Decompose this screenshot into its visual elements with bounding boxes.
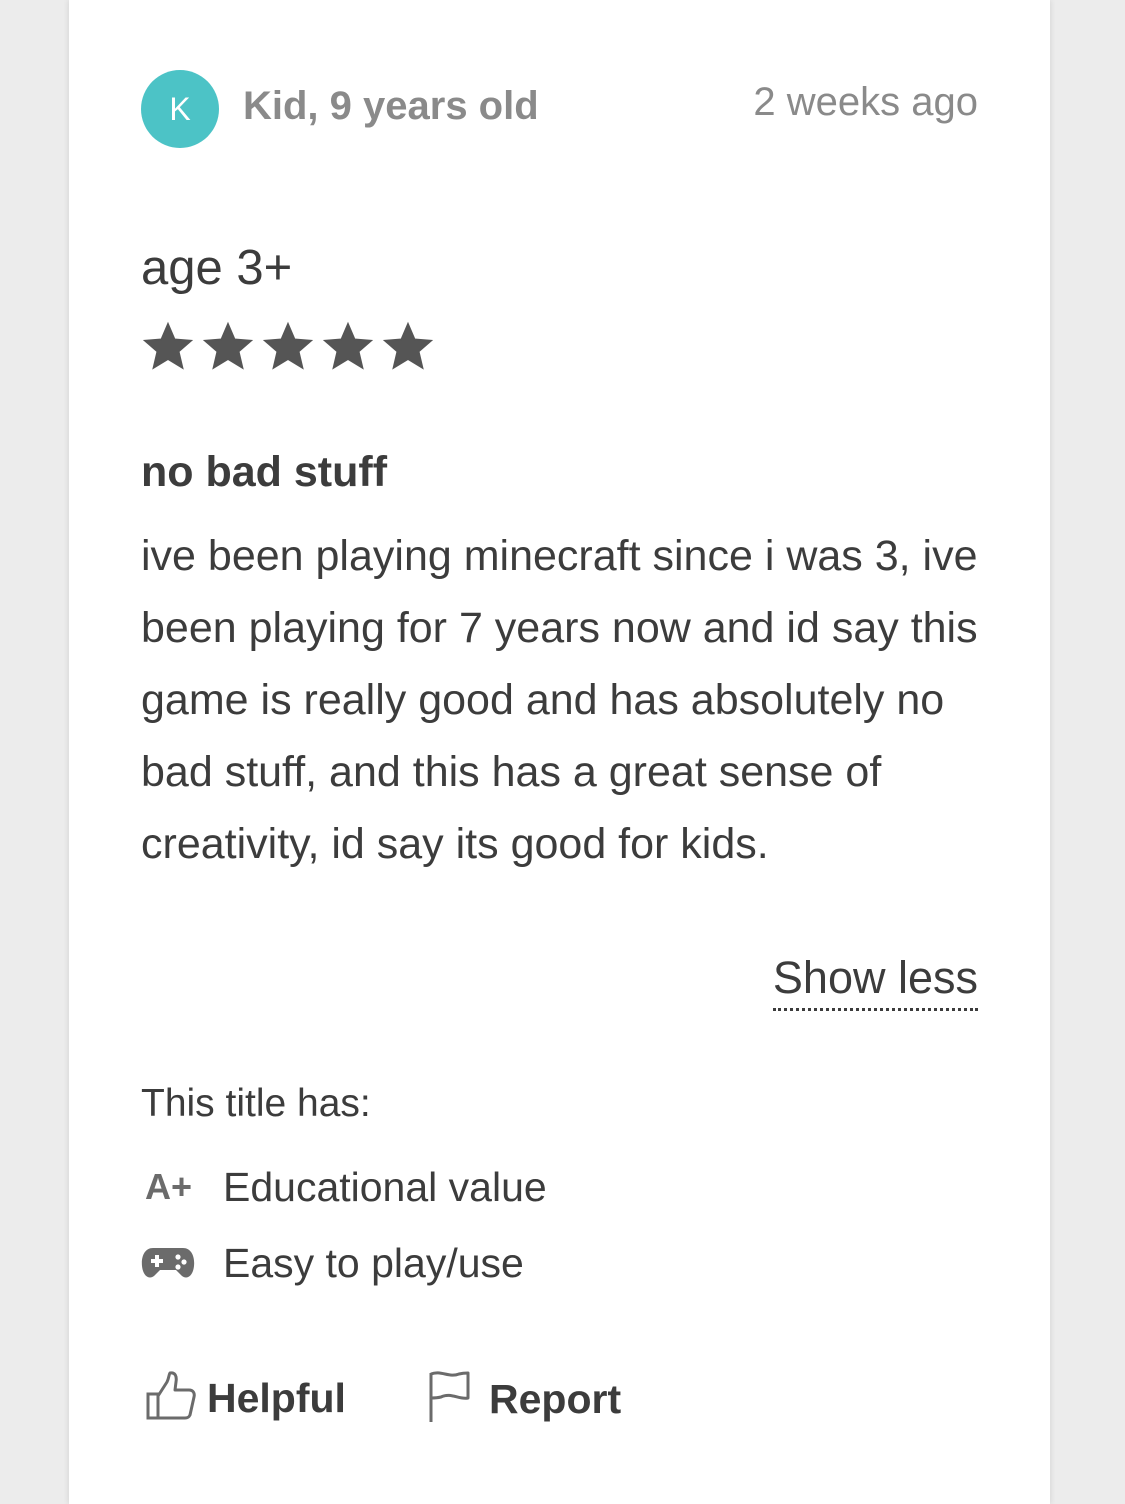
flag-icon (427, 1370, 471, 1429)
attribute-educational-value: A+ Educational value (141, 1162, 547, 1212)
review-headline: no bad stuff (141, 448, 388, 496)
a-plus-icon: A+ (145, 1166, 193, 1207)
star-icon (142, 321, 194, 370)
star-icon (262, 321, 314, 370)
helpful-label: Helpful (207, 1375, 346, 1421)
star-rating (141, 320, 435, 374)
star-icon (382, 321, 434, 370)
attributes-heading: This title has: (141, 1082, 371, 1125)
avatar: K (141, 70, 219, 148)
gamepad-icon (141, 1238, 201, 1288)
attribute-label: Easy to play/use (223, 1239, 524, 1286)
show-less-link[interactable]: Show less (772, 952, 978, 1011)
review-card: K Kid, 9 years old 2 weeks ago age 3+ no… (69, 0, 1050, 1504)
star-icon (202, 321, 254, 370)
reviewer-name: Kid, 9 years old (243, 84, 539, 128)
avatar-initial: K (169, 91, 191, 127)
attribute-label: Educational value (223, 1163, 547, 1210)
age-rating: age 3+ (141, 241, 293, 295)
review-body: ive been playing minecraft since i was 3… (141, 532, 978, 868)
review-timestamp: 2 weeks ago (753, 80, 978, 124)
star-icon (322, 321, 374, 370)
thumbs-up-icon (145, 1370, 197, 1427)
report-button[interactable]: Report (427, 1370, 621, 1429)
report-label: Report (489, 1376, 622, 1422)
helpful-button[interactable]: Helpful (145, 1370, 346, 1427)
attribute-easy-to-play: Easy to play/use (141, 1238, 524, 1288)
